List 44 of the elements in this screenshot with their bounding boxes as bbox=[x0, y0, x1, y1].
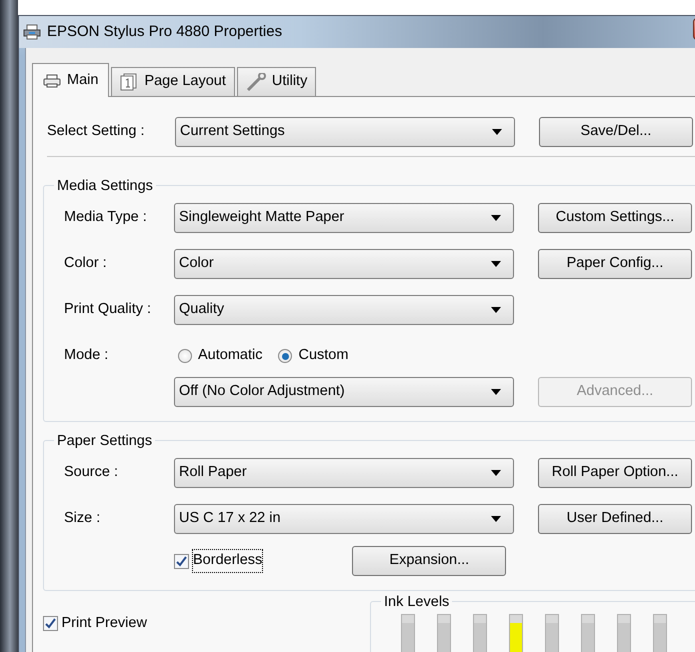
tab[interactable]: Page Layout bbox=[111, 67, 235, 96]
checkbox[interactable] bbox=[174, 554, 189, 568]
dialog-button[interactable]: User Defined... bbox=[538, 504, 692, 534]
ink-tank bbox=[617, 614, 631, 652]
field-label: Mode : bbox=[64, 346, 110, 366]
field-label: Size : bbox=[64, 509, 102, 528]
field-label: Select Setting : bbox=[47, 122, 146, 142]
ink-tank bbox=[437, 614, 451, 652]
wrench-icon bbox=[246, 73, 266, 91]
settings-dropdown[interactable]: Current Settings bbox=[175, 117, 515, 147]
dropdown[interactable]: Color bbox=[174, 249, 514, 279]
page-icon bbox=[120, 73, 138, 91]
radio-label: Custom bbox=[298, 346, 348, 366]
tab[interactable]: Utility bbox=[236, 67, 316, 96]
printer-icon bbox=[23, 24, 41, 40]
checkbox-label: Print Preview bbox=[62, 614, 147, 633]
ink-tank bbox=[509, 614, 523, 652]
dropdown[interactable]: Quality bbox=[174, 295, 514, 325]
printer-icon bbox=[43, 74, 61, 88]
dialog-button[interactable]: Custom Settings... bbox=[538, 203, 692, 233]
dropdown[interactable]: Off (No Color Adjustment) bbox=[174, 377, 514, 407]
window-title: EPSON Stylus Pro 4880 Properties bbox=[47, 22, 282, 42]
tab[interactable]: Main bbox=[32, 63, 110, 97]
radio-button[interactable] bbox=[178, 349, 192, 363]
expansion-button[interactable]: Expansion... bbox=[352, 546, 506, 576]
field-label: Color : bbox=[64, 254, 108, 274]
dropdown[interactable]: Roll Paper bbox=[174, 458, 514, 488]
dialog-button[interactable]: Roll Paper Option... bbox=[538, 458, 692, 488]
checkbox-label: Borderless bbox=[193, 550, 262, 572]
ink-tank bbox=[401, 614, 415, 652]
dialog-button[interactable]: Paper Config... bbox=[538, 249, 692, 279]
radio-label: Automatic bbox=[198, 346, 262, 366]
field-label: Media Type : bbox=[64, 208, 148, 228]
ink-tank bbox=[545, 614, 559, 652]
checkbox[interactable] bbox=[43, 616, 58, 632]
field-label: Source : bbox=[64, 463, 119, 482]
ink-tank bbox=[653, 614, 667, 652]
radio-button[interactable] bbox=[278, 349, 292, 363]
field-label: Print Quality : bbox=[64, 300, 152, 320]
dropdown[interactable]: US C 17 x 22 in bbox=[174, 504, 514, 534]
ink-tank bbox=[473, 614, 487, 652]
ink-tank bbox=[581, 614, 595, 652]
save-delete-button[interactable]: Save/Del... bbox=[539, 117, 693, 147]
dropdown[interactable]: Singleweight Matte Paper bbox=[174, 203, 514, 233]
